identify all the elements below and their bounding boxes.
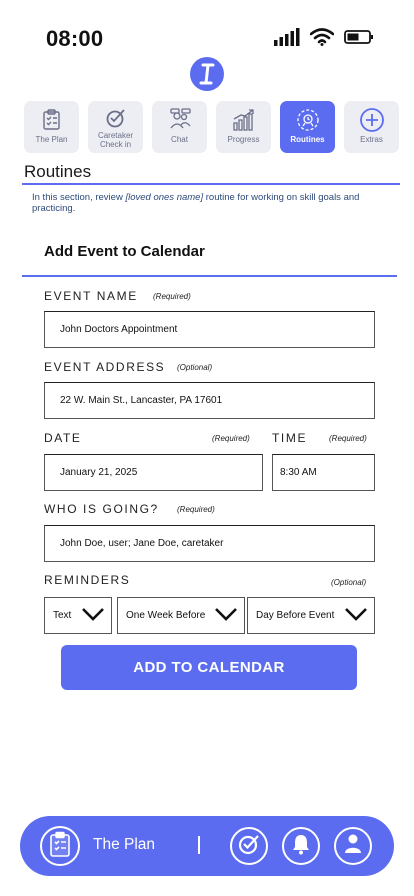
battery-icon — [344, 29, 374, 50]
reminder-first-value: One Week Before — [126, 610, 206, 621]
reminders-label: REMINDERS — [44, 573, 131, 587]
who-going-requirement: (Required) — [177, 505, 215, 514]
check-in-nav-button[interactable] — [230, 827, 268, 865]
status-icons — [274, 28, 374, 51]
reminder-second-select[interactable]: Day Before Event — [247, 597, 375, 634]
event-name-label: EVENT NAME — [44, 289, 138, 303]
chevron-down-icon — [344, 607, 368, 624]
plan-nav-button[interactable] — [40, 826, 80, 866]
date-label: DATE — [44, 431, 82, 445]
current-section-label: The Plan — [93, 836, 156, 853]
who-going-label: WHO IS GOING? — [44, 502, 159, 516]
tab-label: Caretaker Check in — [97, 131, 134, 149]
chevron-down-icon — [81, 607, 105, 624]
tab-label: Chat — [171, 135, 188, 144]
progress-icon — [231, 107, 257, 133]
check-circle-icon — [237, 832, 261, 861]
status-bar: 08:00 — [0, 0, 414, 60]
clipboard-icon — [49, 831, 71, 862]
event-name-field[interactable]: John Doctors Appointment — [44, 311, 375, 348]
reminder-first-select[interactable]: One Week Before — [117, 597, 245, 634]
tab-progress[interactable]: Progress — [216, 101, 271, 153]
date-field[interactable]: January 21, 2025 — [44, 454, 263, 491]
event-address-label: EVENT ADDRESS — [44, 360, 166, 374]
routines-icon — [295, 107, 321, 133]
tab-extras[interactable]: Extras — [344, 101, 399, 153]
cellular-signal-icon — [274, 28, 300, 51]
plan-icon — [39, 107, 65, 133]
description-text: In this section, review — [32, 192, 126, 203]
tab-label: Progress — [227, 135, 260, 144]
wifi-icon — [309, 28, 335, 51]
date-requirement: (Required) — [212, 434, 250, 443]
add-to-calendar-button[interactable]: ADD TO CALENDAR — [61, 645, 357, 690]
status-time: 08:00 — [46, 26, 104, 51]
who-going-field[interactable]: John Doe, user; Jane Doe, caretaker — [44, 525, 375, 562]
check-in-icon — [105, 107, 127, 129]
form-divider — [22, 275, 397, 277]
tab-label: Extras — [360, 135, 383, 144]
form-title: Add Event to Calendar — [44, 243, 205, 260]
time-label: TIME — [272, 431, 308, 445]
loved-one-placeholder: [loved ones name] — [125, 192, 204, 203]
time-field[interactable]: 8:30 AM — [272, 454, 375, 491]
chevron-down-icon — [214, 607, 238, 624]
event-address-requirement: (Optional) — [177, 363, 213, 372]
chat-icon — [167, 107, 193, 133]
tab-label: Routines — [290, 135, 325, 144]
tab-caretaker-check-in[interactable]: Caretaker Check in — [88, 101, 143, 153]
event-address-field[interactable]: 22 W. Main St., Lancaster, PA 17601 — [44, 382, 375, 419]
reminder-method-select[interactable]: Text — [44, 597, 112, 634]
reminder-second-value: Day Before Event — [256, 610, 335, 621]
section-divider — [22, 183, 400, 185]
reminders-requirement: (Optional) — [331, 578, 367, 587]
bottom-nav: The Plan — [20, 816, 394, 876]
bell-icon — [291, 833, 311, 860]
page-title: Routines — [24, 162, 92, 181]
tab-chat[interactable]: Chat — [152, 101, 207, 153]
event-name-requirement: (Required) — [153, 292, 191, 301]
profile-nav-button[interactable] — [334, 827, 372, 865]
user-icon — [343, 833, 363, 860]
tab-label: The Plan — [35, 135, 68, 144]
feature-tabs: The Plan Caretaker Check in Chat Progres… — [24, 101, 399, 153]
nav-divider — [198, 836, 200, 854]
notifications-nav-button[interactable] — [282, 827, 320, 865]
plus-icon — [359, 107, 385, 133]
reminder-method-value: Text — [53, 610, 72, 621]
tab-routines[interactable]: Routines — [280, 101, 335, 153]
tab-the-plan[interactable]: The Plan — [24, 101, 79, 153]
section-description: In this section, review [loved ones name… — [32, 192, 392, 214]
time-requirement: (Required) — [329, 434, 367, 443]
app-logo — [190, 57, 224, 91]
